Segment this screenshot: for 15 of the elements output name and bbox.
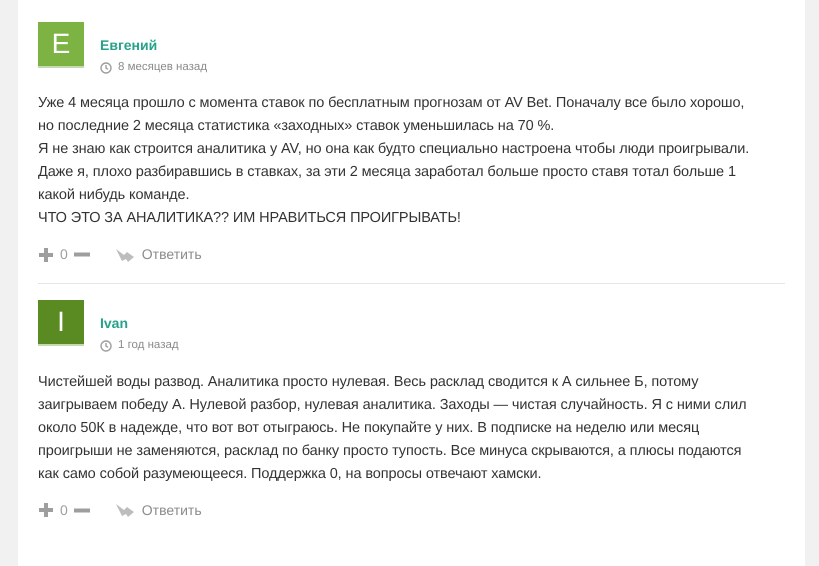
author-name: Ivan xyxy=(100,314,130,334)
vote-count: 0 xyxy=(60,500,68,520)
comment-text: Я не знаю как строится аналитика у AV, но она как будто специально настроена чтобы люди проигрывали. xyxy=(38,140,750,160)
comment-text: Уже 4 месяца прошло с момента ставок по бесплатным прогнозам от AV Bet. Поначалу все было хорошо, но последние 2 месяца статистика «заходных» ставок уменьшилась на 70 %. xyxy=(38,94,746,136)
comment-date: 1 год назад xyxy=(118,338,179,354)
comment-text: Чистейшей воды развод. Аналитика просто нулевая. Весь расклад сводится к А сильнее Б, потому заигрываем победу А. Нулевой разбор, нулевая аналитика. Заходы — чистая случайность. Я с ними слил около 50К в надежде, что вот вот отыграюсь. Не покупайте у них. В подписке на неделю или месяц проигрыши не заменяются, расклад по банку просто тупость. Все минуса скрываются, а плюсы подаются как само собой разумеющееся. Поддержка 0, на вопросы отвечают хамски. xyxy=(38,372,748,484)
vote-count: 0 xyxy=(60,245,68,264)
comment-text: Даже я, плохо разбиравшись в ставках, за эти 2 месяца заработал больше просто ставя тотал больше 1 какой нибудь команде. xyxy=(38,163,737,206)
comment-date: 8 месяцев назад xyxy=(118,60,208,75)
author-name: Евгений xyxy=(100,36,158,55)
comment-text: ЧТО ЭТО ЗА АНАЛИТИКА?? ИМ НРАВИТЬСЯ ПРОИГРЫВАТЬ! xyxy=(38,209,462,228)
reply-link[interactable]: Ответить xyxy=(142,500,202,520)
avatar: E xyxy=(38,22,84,68)
avatar: I xyxy=(38,300,84,346)
reply-link[interactable]: Ответить xyxy=(142,244,202,266)
